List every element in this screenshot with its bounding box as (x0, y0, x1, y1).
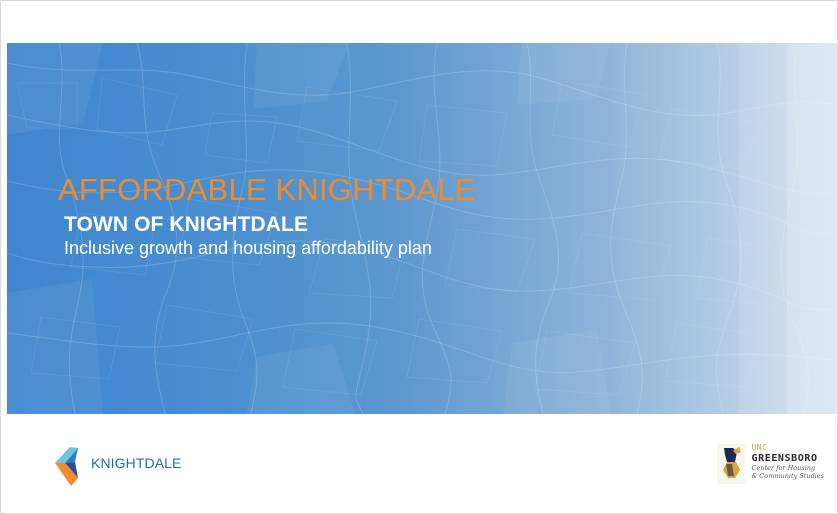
uncg-line-4-text: & Community Studies (751, 471, 824, 480)
uncg-logo: UNC GREENSBORO Center for Housing & Comm… (717, 444, 824, 484)
hero-banner: AFFORDABLE KNIGHTDALE TOWN OF KNIGHTDALE… (7, 43, 837, 414)
slide-subtitle: TOWN OF KNIGHTDALE (64, 213, 309, 236)
knightdale-logo-text: KNIGHTDALE (91, 455, 182, 471)
title-slide: AFFORDABLE KNIGHTDALE TOWN OF KNIGHTDALE… (0, 0, 838, 514)
slide-title: AFFORDABLE KNIGHTDALE (58, 172, 476, 207)
uncg-spartan-icon (717, 444, 746, 484)
uncg-line-4: & Community Studies (751, 471, 824, 480)
knightdale-logo-mark-icon (55, 447, 78, 486)
uncg-line-2: GREENSBORO (751, 453, 818, 464)
uncg-logo-text: UNC GREENSBORO Center for Housing & Comm… (751, 444, 824, 479)
slide-tagline: Inclusive growth and housing affordabili… (64, 238, 432, 258)
knightdale-logo: KNIGHTDALE (55, 437, 181, 489)
uncg-line-1: UNC (751, 443, 768, 452)
hero-text: AFFORDABLE KNIGHTDALE TOWN OF KNIGHTDALE… (58, 173, 476, 259)
